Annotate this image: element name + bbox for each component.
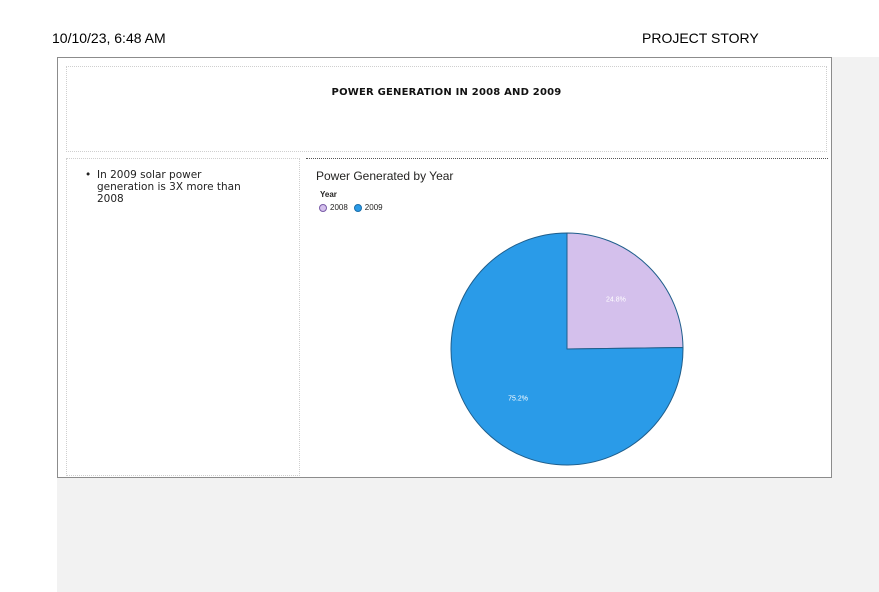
pie-slice-2008[interactable] xyxy=(566,232,684,350)
pie-label-2009: 75.2% xyxy=(508,395,528,402)
insight-list: • In 2009 solar power generation is 3X m… xyxy=(67,159,299,205)
pie-chart: 24.8% 75.2% xyxy=(450,232,684,466)
insight-text: In 2009 solar power generation is 3X mor… xyxy=(97,169,241,205)
report-title-box[interactable]: POWER GENERATION IN 2008 AND 2009 xyxy=(66,66,827,152)
insight-item: • In 2009 solar power generation is 3X m… xyxy=(85,169,259,205)
pie-chart-visual[interactable]: Power Generated by Year Year 2008 2009 2… xyxy=(306,158,828,476)
page-title: PROJECT STORY xyxy=(642,30,759,46)
report-page: POWER GENERATION IN 2008 AND 2009 • In 2… xyxy=(57,57,832,478)
page-bottom-border xyxy=(57,477,303,478)
report-title: POWER GENERATION IN 2008 AND 2009 xyxy=(331,87,562,98)
print-datetime: 10/10/23, 6:48 AM xyxy=(52,30,166,46)
insight-text-box[interactable]: • In 2009 solar power generation is 3X m… xyxy=(66,158,300,476)
bullet-icon: • xyxy=(85,169,92,181)
pie-label-2008: 24.8% xyxy=(606,296,626,303)
